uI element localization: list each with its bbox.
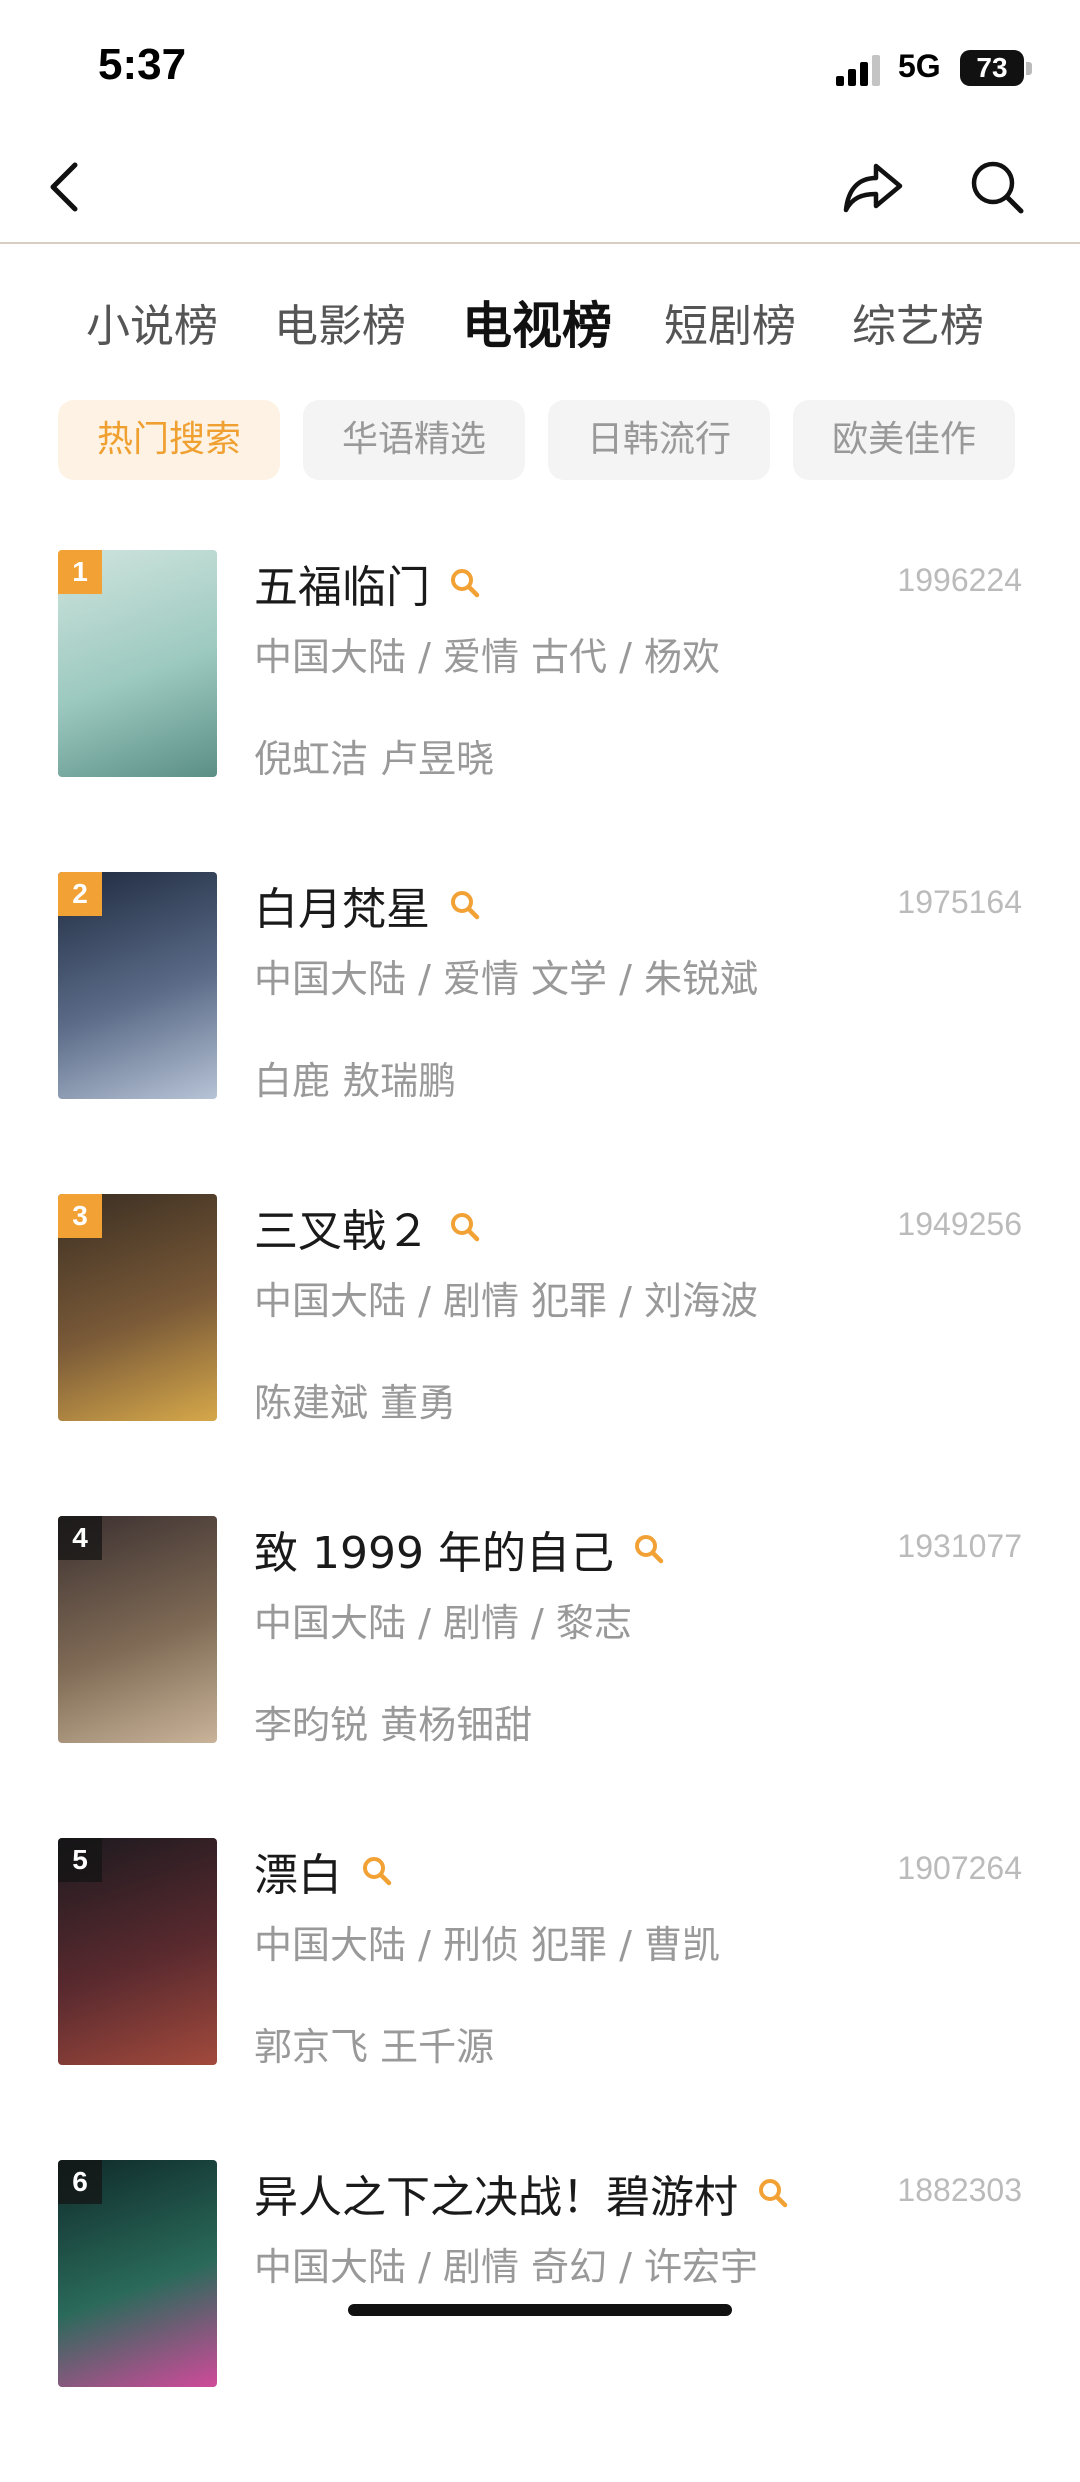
list-item[interactable]: 2 白月梵星 1975164 中国大陆 / 爱情 文学 / 朱锐斌 白鹿 敖瑞鹏 [0,872,1080,1194]
search-icon[interactable] [448,566,482,600]
item-cast: 白鹿 敖瑞鹏 [254,1059,457,1103]
item-title[interactable]: 致 1999 年的自己 [254,1517,614,1581]
category-tabs: 小说榜 电影榜 电视榜 短剧榜 综艺榜 [0,290,1080,370]
list-item[interactable]: 3 三叉戟２ 1949256 中国大陆 / 剧情 犯罪 / 刘海波 陈建斌 董勇 [0,1194,1080,1516]
tab-movie[interactable]: 电影榜 [274,290,406,354]
item-meta: 中国大陆 / 爱情 文学 / 朱锐斌 [254,957,759,1001]
tab-short-drama[interactable]: 短剧榜 [664,290,796,354]
search-icon [971,161,1024,214]
rank-badge: 2 [58,872,102,916]
item-meta: 中国大陆 / 剧情 犯罪 / 刘海波 [254,1279,759,1323]
search-count: 1996224 [897,562,1022,598]
rank-badge: 4 [58,1516,102,1560]
poster-image[interactable]: 5 [58,1838,217,2065]
home-indicator [348,2304,732,2316]
item-cast: 倪虹洁 卢昱晓 [254,737,495,781]
back-button[interactable] [30,152,100,222]
chip-japan-korea[interactable]: 日韩流行 [548,400,770,480]
item-meta: 中国大陆 / 爱情 古代 / 杨欢 [254,635,721,679]
rank-badge: 6 [58,2160,102,2204]
list-item[interactable]: 5 漂白 1907264 中国大陆 / 刑侦 犯罪 / 曹凯 郭京飞 王千源 [0,1838,1080,2160]
tab-novel[interactable]: 小说榜 [86,290,218,354]
share-button[interactable] [838,152,908,222]
search-button[interactable] [962,152,1032,222]
battery-tip [1026,62,1032,75]
poster-image[interactable]: 6 [58,2160,217,2387]
search-count: 1949256 [897,1206,1022,1242]
search-icon[interactable] [756,2176,790,2210]
tab-tv[interactable]: 电视榜 [462,286,612,358]
tab-variety[interactable]: 综艺榜 [852,290,984,354]
search-count: 1975164 [897,884,1022,920]
chip-western[interactable]: 欧美佳作 [793,400,1015,480]
poster-image[interactable]: 2 [58,872,217,1099]
chip-hot-search[interactable]: 热门搜索 [58,400,280,480]
item-cast: 李昀锐 黄杨钿甜 [254,1703,533,1747]
rank-badge: 3 [58,1194,102,1238]
list-item[interactable]: 6 异人之下之决战！碧游村 1882303 中国大陆 / 剧情 奇幻 / 许宏宇 [0,2160,1080,2482]
battery-icon: 73 [960,50,1024,86]
item-meta: 中国大陆 / 剧情 / 黎志 [254,1601,632,1645]
status-bar: 5:37 5G 73 [0,0,1080,130]
status-time: 5:37 [98,40,187,89]
list-item[interactable]: 1 五福临门 1996224 中国大陆 / 爱情 古代 / 杨欢 倪虹洁 卢昱晓 [0,550,1080,872]
chevron-left-icon [50,162,78,212]
share-icon [843,163,903,213]
item-cast: 陈建斌 董勇 [254,1381,457,1425]
nav-bar [0,130,1080,244]
item-title[interactable]: 五福临门 [254,551,430,615]
item-meta: 中国大陆 / 刑侦 犯罪 / 曹凯 [254,1923,721,1967]
rank-badge: 1 [58,550,102,594]
poster-image[interactable]: 3 [58,1194,217,1421]
chip-chinese[interactable]: 华语精选 [303,400,525,480]
search-icon[interactable] [448,888,482,922]
search-count: 1931077 [897,1528,1022,1564]
search-icon[interactable] [632,1532,666,1566]
rank-badge: 5 [58,1838,102,1882]
item-meta: 中国大陆 / 剧情 奇幻 / 许宏宇 [254,2245,759,2289]
item-title[interactable]: 异人之下之决战！碧游村 [254,2161,738,2225]
poster-image[interactable]: 1 [58,550,217,777]
network-label: 5G [898,48,941,84]
item-title[interactable]: 白月梵星 [254,873,430,937]
list-item[interactable]: 4 致 1999 年的自己 1931077 中国大陆 / 剧情 / 黎志 李昀锐… [0,1516,1080,1838]
item-title[interactable]: 漂白 [254,1839,342,1903]
signal-icon [836,55,880,86]
item-cast: 郭京飞 王千源 [254,2025,495,2069]
search-icon[interactable] [360,1854,394,1888]
poster-image[interactable]: 4 [58,1516,217,1743]
item-title[interactable]: 三叉戟２ [254,1195,430,1259]
search-icon[interactable] [448,1210,482,1244]
search-count: 1907264 [897,1850,1022,1886]
search-count: 1882303 [897,2172,1022,2208]
